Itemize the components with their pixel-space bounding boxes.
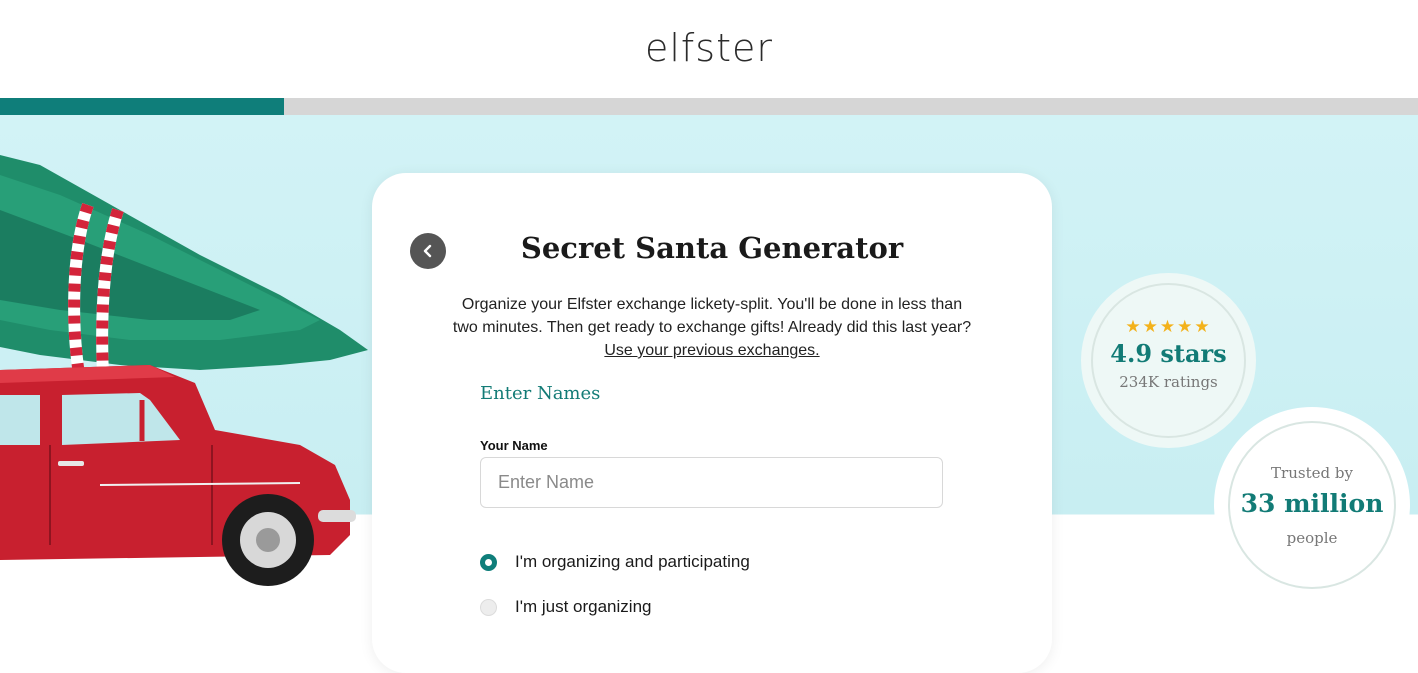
your-name-input[interactable]	[480, 457, 943, 508]
star-rating-icon: ★★★★★	[1125, 317, 1212, 336]
radio-organizing-and-participating[interactable]: I'm organizing and participating	[480, 550, 750, 574]
intro-description: Organize your Elfster exchange lickety-s…	[452, 296, 972, 336]
radio-button[interactable]	[480, 598, 497, 616]
radio-label: I'm just organizing	[515, 597, 652, 616]
rating-value: 4.9 stars	[1110, 339, 1227, 368]
radio-button[interactable]	[480, 553, 497, 571]
progress-bar	[0, 98, 1418, 115]
rating-count: 234K ratings	[1119, 373, 1218, 391]
trusted-by-label: Trusted by	[1271, 464, 1353, 482]
progress-bar-fill	[0, 98, 284, 115]
rating-badge: ★★★★★ 4.9 stars 234K ratings	[1081, 273, 1256, 448]
elfster-logo[interactable]: elfster	[0, 26, 1418, 70]
site-header: elfster	[0, 0, 1418, 98]
radio-label: I'm organizing and participating	[515, 552, 750, 571]
your-name-label: Your Name	[480, 438, 548, 453]
previous-exchanges-link[interactable]: Use your previous exchanges.	[604, 342, 819, 359]
people-label: people	[1286, 529, 1338, 547]
intro-text: Organize your Elfster exchange lickety-s…	[452, 293, 972, 362]
page-title: Secret Santa Generator	[520, 231, 904, 265]
trusted-badge: Trusted by 33 million people	[1214, 407, 1410, 603]
user-count: 33 million	[1240, 489, 1384, 518]
radio-just-organizing[interactable]: I'm just organizing	[480, 595, 651, 619]
generator-card: Secret Santa Generator Organize your Elf…	[372, 173, 1052, 673]
car-with-christmas-tree-illustration	[0, 155, 368, 586]
enter-names-heading: Enter Names	[480, 383, 601, 404]
